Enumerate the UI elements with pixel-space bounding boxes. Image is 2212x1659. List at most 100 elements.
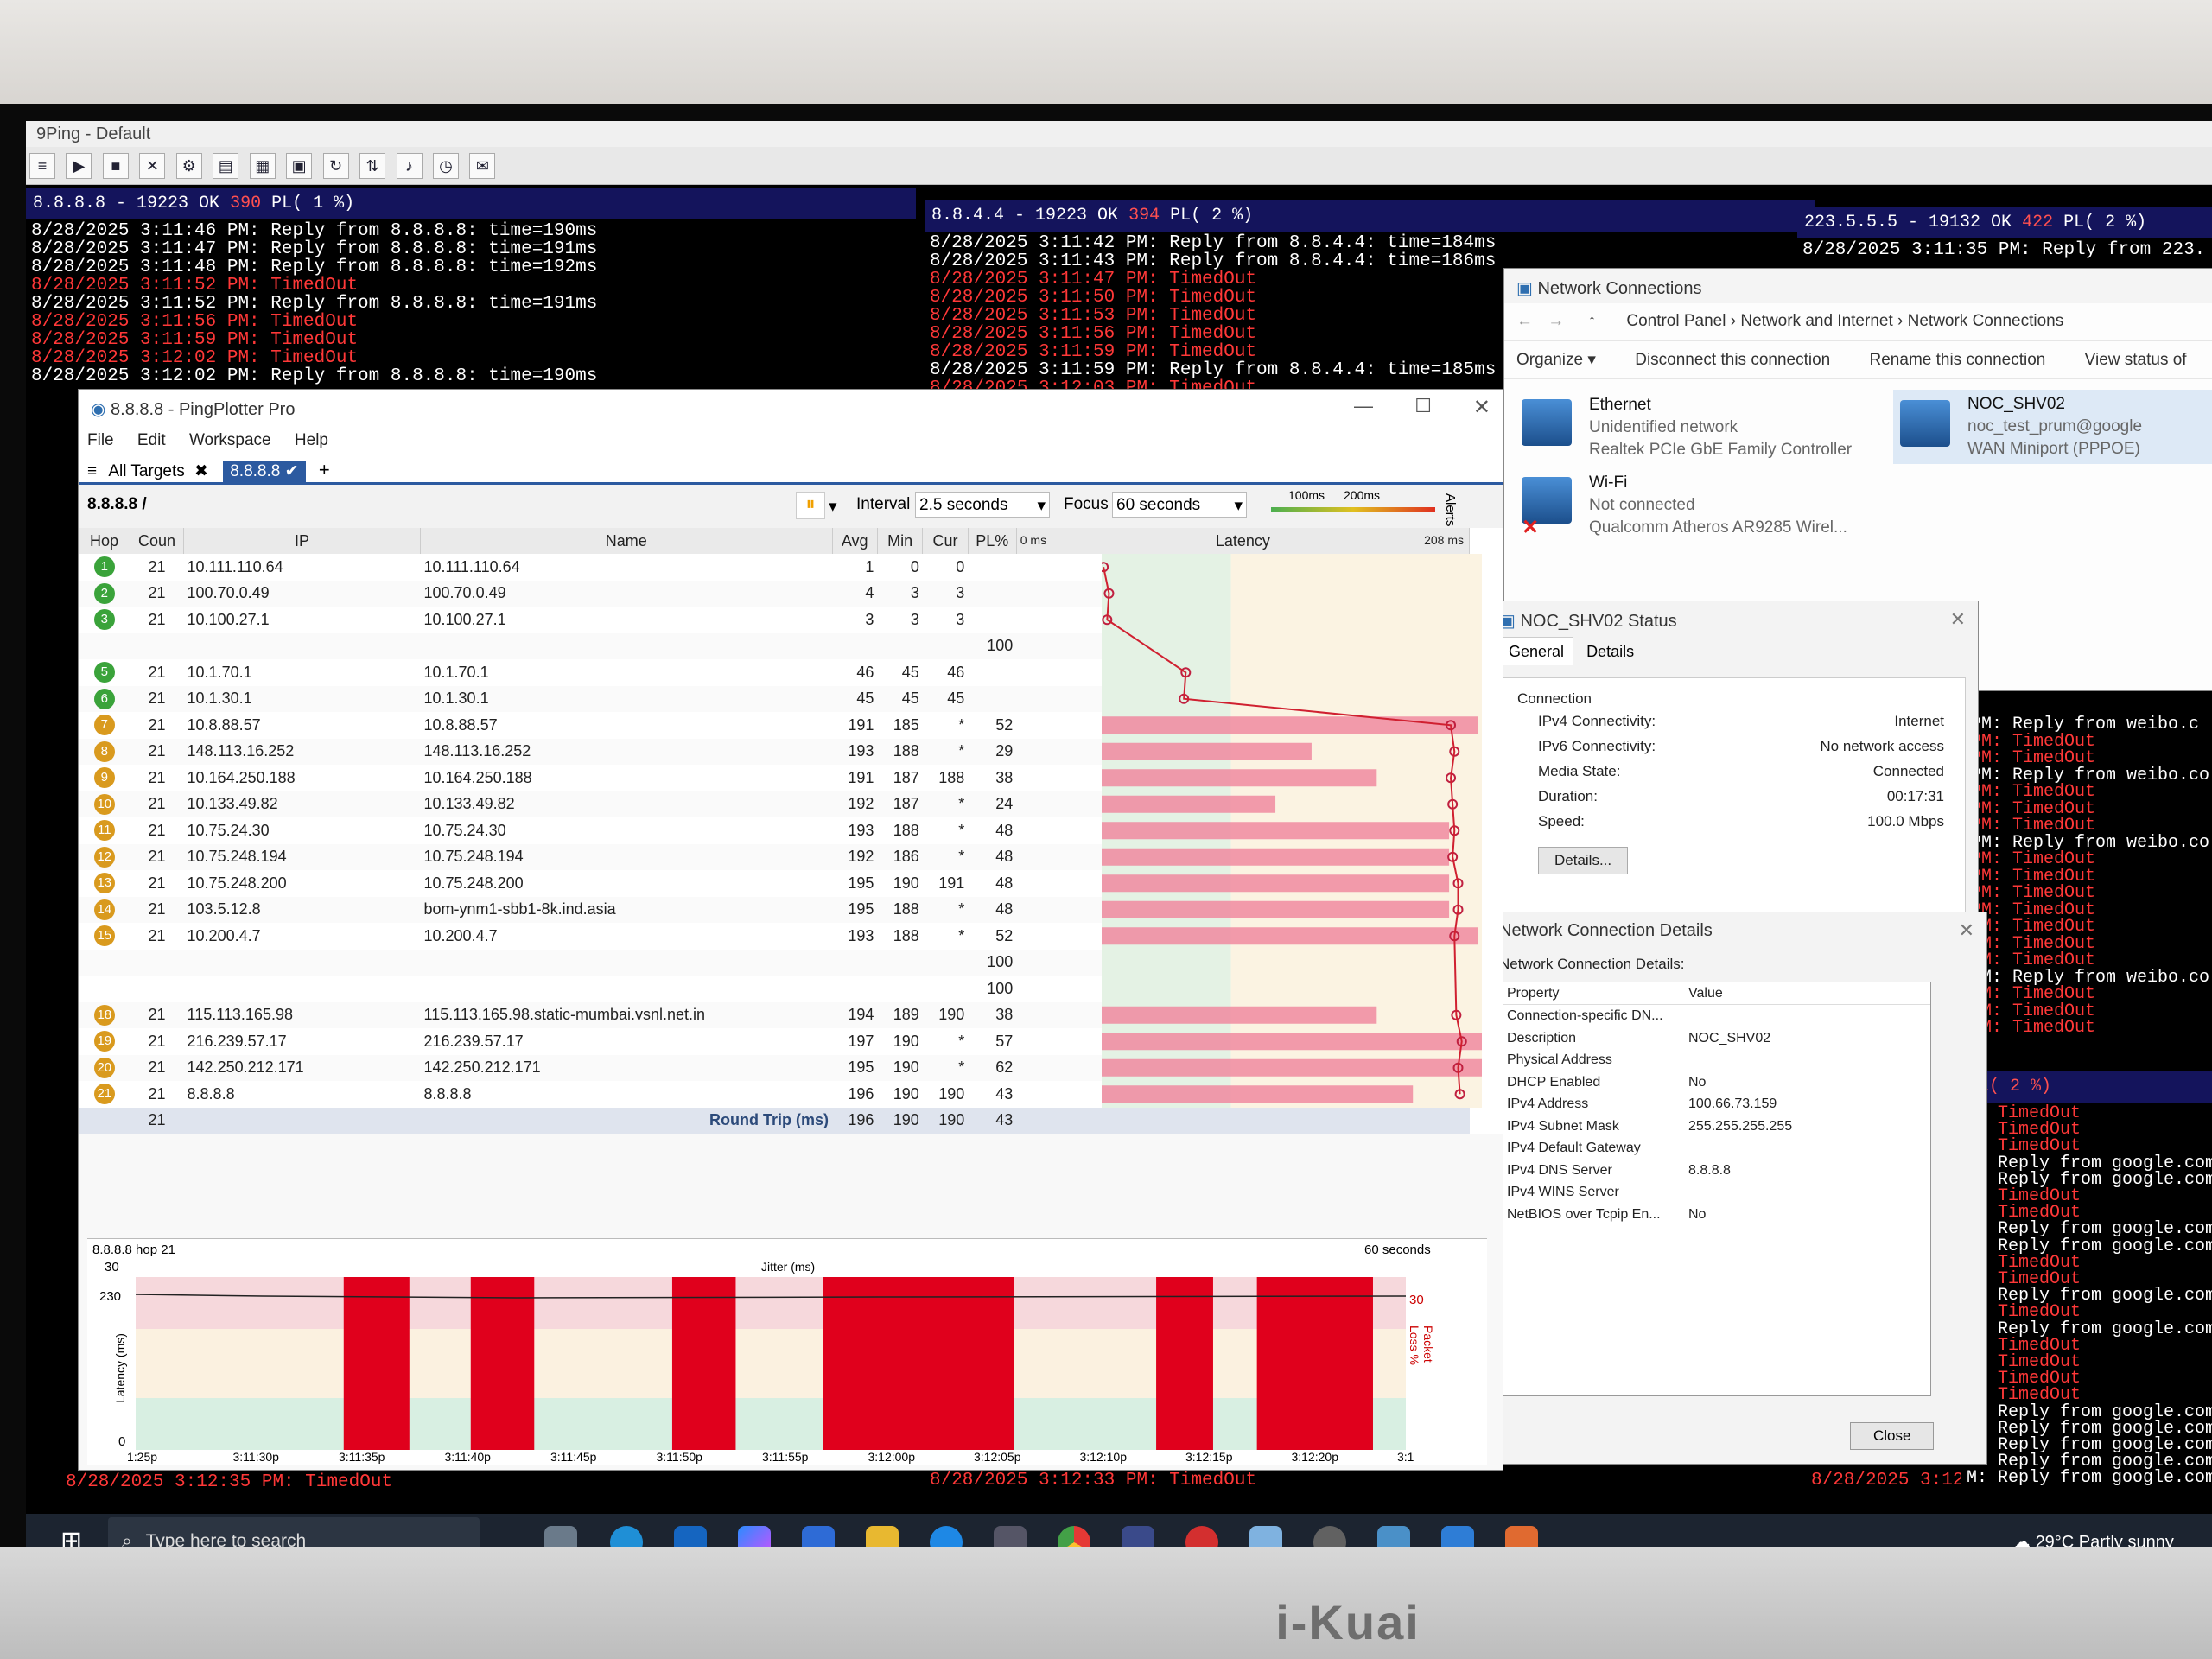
minimize-icon[interactable]: — (1354, 395, 1373, 417)
column-avg[interactable]: Avg (832, 528, 878, 554)
column-value[interactable]: Value (1681, 982, 1730, 1004)
chevron-down-icon: ▾ (1234, 497, 1243, 515)
adapter-noc-shv02[interactable]: NOC_SHV02 noc_test_prum@google WAN Minip… (1893, 390, 2212, 464)
adapter-ethernet[interactable]: Ethernet Unidentified network Realtek PC… (1522, 394, 1859, 463)
windows-start-icon[interactable]: ⊞ (60, 1526, 82, 1547)
column-count[interactable]: Coun (130, 528, 185, 554)
menu-icon[interactable]: ≡ (29, 153, 55, 179)
details-row[interactable]: NetBIOS over Tcpip En... No (1500, 1204, 1930, 1226)
tab-target[interactable]: 8.8.8.8 ✔ (223, 461, 306, 482)
disconnect-button[interactable]: Disconnect this connection (1635, 351, 1830, 369)
column-ip[interactable]: IP (183, 528, 422, 554)
refresh-icon[interactable]: ↻ (322, 153, 349, 179)
breadcrumb-control-panel[interactable]: Control Panel (1626, 312, 1726, 330)
details-row[interactable]: IPv4 DNS Server 8.8.8.8 (1500, 1160, 1930, 1182)
up-icon[interactable]: ↑ (1588, 312, 1597, 330)
x-tick-label: 3:11:45p (550, 1450, 597, 1464)
file-explorer-icon[interactable] (866, 1526, 899, 1547)
phone-icon[interactable] (930, 1526, 963, 1547)
task-view-icon[interactable] (544, 1526, 577, 1547)
tab-all-targets[interactable]: All Targets (108, 462, 184, 480)
cell-name (421, 976, 833, 1002)
details-button[interactable]: Details... (1538, 847, 1629, 874)
pause-icon[interactable]: ⏸ (796, 492, 825, 519)
organize-button[interactable]: Organize (1516, 351, 1583, 369)
outlook-icon[interactable] (674, 1526, 707, 1547)
details-row[interactable]: Connection-specific DN... (1500, 1005, 1930, 1027)
column-property[interactable]: Property (1500, 982, 1681, 1004)
report-icon[interactable]: ▣ (286, 153, 313, 179)
clock-icon[interactable]: ◷ (432, 153, 459, 179)
details-row[interactable]: DHCP Enabled No (1500, 1071, 1930, 1094)
close-icon[interactable]: ✕ (1950, 608, 1966, 631)
settings-gear-icon[interactable] (1313, 1526, 1346, 1547)
settings-icon[interactable]: ⚙ (175, 153, 202, 179)
details-row[interactable]: IPv4 WINS Server (1500, 1181, 1930, 1204)
network-app-icon[interactable] (1377, 1526, 1410, 1547)
cell-min: 187 (893, 768, 919, 786)
hamburger-icon[interactable]: ≡ (87, 462, 97, 480)
delete-icon[interactable]: ✕ (139, 153, 166, 179)
folder-icon[interactable]: ▤ (213, 153, 239, 179)
column-pl[interactable]: PL% (968, 528, 1017, 554)
notes-icon[interactable] (1249, 1526, 1282, 1547)
sort-icon[interactable]: ⇅ (359, 153, 386, 179)
sound-icon[interactable]: ♪ (396, 153, 423, 179)
tool-icon[interactable] (994, 1526, 1027, 1547)
play-icon[interactable]: ▶ (66, 153, 92, 179)
maximize-icon[interactable]: ☐ (1414, 395, 1432, 417)
pingplotter-taskbar-icon[interactable] (1441, 1526, 1474, 1547)
back-icon[interactable]: ← (1516, 312, 1533, 330)
details-list[interactable]: Property Value Connection-specific DN...… (1499, 982, 1931, 1396)
close-icon[interactable]: ✕ (1473, 395, 1491, 420)
close-icon[interactable]: ✕ (1959, 919, 1974, 942)
menu-workspace[interactable]: Workspace (189, 431, 271, 449)
graph-span: 60 seconds (1364, 1243, 1431, 1257)
adapter-wifi[interactable]: ✕ Wi-Fi Not connected Qualcomm Atheros A… (1522, 472, 1859, 541)
menu-edit[interactable]: Edit (137, 431, 166, 449)
cell-hop: 9 (79, 765, 130, 791)
column-name[interactable]: Name (420, 528, 833, 554)
store-icon[interactable] (802, 1526, 835, 1547)
copilot-icon[interactable] (738, 1526, 771, 1547)
details-row[interactable]: Description NOC_SHV02 (1500, 1027, 1930, 1050)
chrome-icon[interactable] (1058, 1526, 1090, 1547)
view-status-button[interactable]: View status of (2085, 351, 2187, 369)
details-property: Description (1507, 1030, 1577, 1046)
9ping-taskbar-icon[interactable] (1505, 1526, 1538, 1547)
column-cur[interactable]: Cur (922, 528, 969, 554)
weather-widget[interactable]: ☁ 29°C Partly sunny (2013, 1531, 2174, 1547)
stop-icon[interactable]: ■ (102, 153, 129, 179)
chevron-down-icon[interactable]: ▾ (829, 497, 837, 517)
details-row[interactable]: Physical Address (1500, 1049, 1930, 1071)
alerts-label[interactable]: Alerts (1443, 493, 1458, 526)
forward-icon[interactable]: → (1548, 312, 1564, 330)
breadcrumb-network-internet[interactable]: Network and Internet (1740, 312, 1892, 330)
column-latency[interactable]: 0 ms Latency 208 ms (1016, 528, 1471, 554)
mail-icon[interactable]: ✉ (469, 153, 496, 179)
pane-lost-count: 422 (2022, 213, 2054, 232)
tab-details[interactable]: Details (1578, 638, 1643, 665)
menu-help[interactable]: Help (295, 431, 328, 449)
interval-select[interactable]: 2.5 seconds ▾ (915, 492, 1050, 518)
breadcrumb-network-connections[interactable]: Network Connections (1908, 312, 2064, 330)
close-button[interactable]: Close (1850, 1422, 1935, 1450)
rename-button[interactable]: Rename this connection (1870, 351, 2046, 369)
tab-general[interactable]: General (1499, 637, 1574, 665)
log-line: PM: TimedOut (1971, 1018, 2096, 1038)
menu-file[interactable]: File (87, 431, 114, 449)
details-row[interactable]: IPv4 Address 100.66.73.159 (1500, 1093, 1930, 1116)
opera-icon[interactable] (1185, 1526, 1218, 1547)
details-row[interactable]: IPv4 Default Gateway (1500, 1137, 1930, 1160)
grid-app-icon[interactable] (1122, 1526, 1154, 1547)
grid-icon[interactable]: ▦ (249, 153, 276, 179)
details-row[interactable]: IPv4 Subnet Mask 255.255.255.255 (1500, 1116, 1930, 1138)
packet-loss-bar (1156, 1277, 1213, 1450)
focus-select[interactable]: 60 seconds ▾ (1112, 492, 1247, 518)
edge-icon[interactable] (610, 1526, 643, 1547)
search-box[interactable]: ⌕ Type here to search (108, 1517, 480, 1547)
column-hop[interactable]: Hop (79, 528, 131, 554)
add-tab-icon[interactable]: + (319, 459, 330, 480)
column-min[interactable]: Min (877, 528, 924, 554)
close-tab-icon[interactable]: ✖ (194, 462, 208, 480)
